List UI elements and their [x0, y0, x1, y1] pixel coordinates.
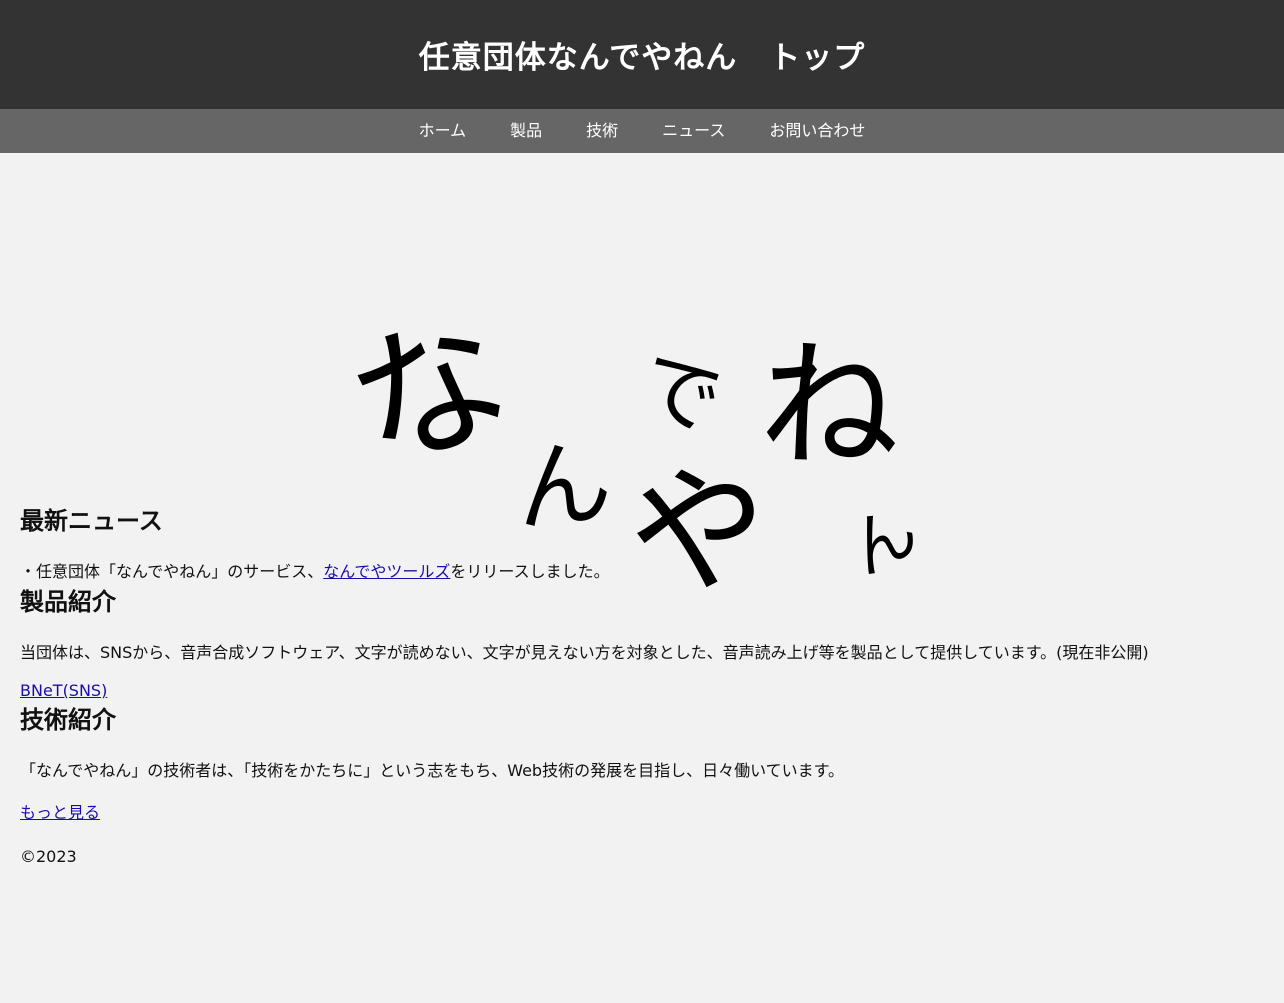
- hero-char-na: な: [327, 284, 533, 502]
- nav-item-home[interactable]: ホーム: [397, 109, 489, 153]
- products-description: 当団体は、SNSから、音声合成ソフトウェア、文字が読めない、文字が見えない方を対…: [20, 643, 1149, 662]
- hero-char-de: で: [626, 335, 734, 450]
- nav-item-contact[interactable]: お問い合わせ: [747, 109, 887, 153]
- tech-description: 「なんでやねん」の技術者は、「技術をかたちに」という志をもち、Web技術の発展を…: [20, 761, 845, 780]
- news-tools-link[interactable]: なんでやツールズ: [323, 562, 450, 581]
- see-more-link[interactable]: もっと見る: [20, 803, 100, 822]
- hero-logo: な ん で や ね ん: [0, 153, 1284, 627]
- nav-item-products[interactable]: 製品: [488, 109, 564, 153]
- site-header: 任意団体なんでやねん トップ: [0, 0, 1284, 109]
- hero-char-ne: ね: [757, 323, 903, 492]
- hero-char-n1: ん: [509, 425, 617, 547]
- tech-heading: 技術紹介: [20, 706, 116, 734]
- footer-copyright: ©2023: [20, 847, 77, 866]
- page-title: 任意団体なんでやねん トップ: [418, 40, 866, 76]
- main-nav: ホーム 製品 技術 ニュース お問い合わせ: [0, 109, 1284, 153]
- news-item-suffix: をリリースしました。: [450, 562, 610, 581]
- news-item-prefix: ・任意団体「なんでやねん」のサービス、: [20, 562, 324, 581]
- tech-section: 技術紹介 「なんでやねん」の技術者は、「技術をかたちに」という志をもち、Web技…: [20, 700, 1264, 823]
- nav-item-news[interactable]: ニュース: [640, 109, 747, 153]
- nav-item-tech[interactable]: 技術: [564, 109, 640, 153]
- bnet-sns-link[interactable]: BNeT(SNS): [20, 681, 107, 700]
